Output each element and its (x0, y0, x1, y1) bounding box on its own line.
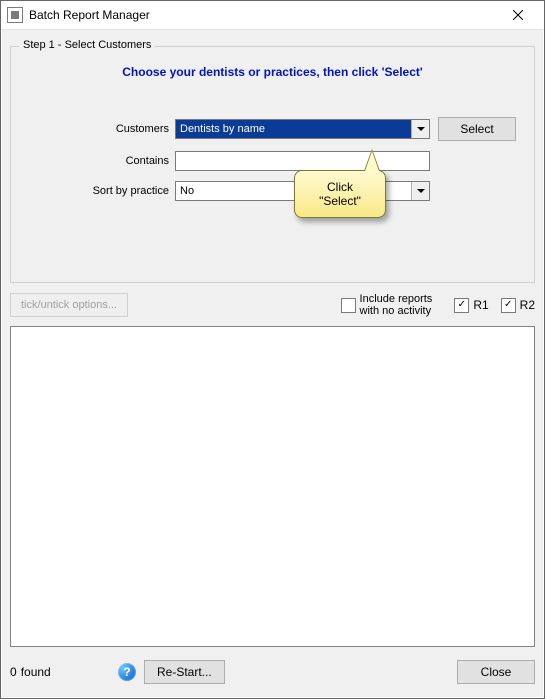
app-icon (7, 7, 23, 23)
client-area: Step 1 - Select Customers Choose your de… (2, 30, 543, 697)
include-no-activity-label: Include reports with no activity (360, 293, 433, 317)
select-button[interactable]: Select (438, 117, 516, 141)
customers-row: Customers Dentists by name Select (23, 117, 522, 141)
results-list[interactable] (10, 326, 535, 647)
window-frame: Batch Report Manager Step 1 - Select Cus… (0, 0, 545, 699)
sort-label: Sort by practice (23, 185, 175, 197)
close-button[interactable]: Close (457, 660, 535, 684)
r1-label: R1 (473, 298, 488, 312)
restart-button[interactable]: Re-Start... (144, 660, 225, 684)
checkbox-icon: ✓ (454, 298, 469, 313)
customers-combo-selected: Dentists by name (176, 120, 411, 138)
contains-input[interactable] (175, 151, 430, 171)
help-button[interactable]: ? (118, 663, 136, 681)
r1-checkbox[interactable]: ✓ R1 (454, 298, 488, 313)
options-row: tick/untick options... Include reports w… (10, 290, 535, 320)
tick-untick-button[interactable]: tick/untick options... (10, 293, 128, 317)
result-count: 0 found (10, 665, 110, 679)
checkbox-icon (341, 298, 356, 313)
help-icon: ? (123, 665, 130, 679)
found-label: found (21, 665, 51, 679)
chevron-down-icon (411, 182, 429, 200)
step1-instruction: Choose your dentists or practices, then … (11, 65, 534, 79)
close-icon (513, 10, 523, 20)
step1-form: Customers Dentists by name Select Contai… (23, 117, 522, 211)
callout-text: Click "Select" (319, 180, 361, 208)
customers-combo[interactable]: Dentists by name (175, 119, 430, 139)
contains-label: Contains (23, 155, 175, 167)
window-title: Batch Report Manager (29, 8, 498, 22)
tutorial-callout: Click "Select" (294, 170, 386, 218)
checkbox-icon: ✓ (501, 298, 516, 313)
chevron-down-icon (411, 120, 429, 138)
sort-row: Sort by practice No (23, 181, 522, 201)
count-number: 0 (10, 665, 17, 679)
step1-legend: Step 1 - Select Customers (19, 39, 155, 51)
step1-groupbox: Step 1 - Select Customers Choose your de… (10, 46, 535, 283)
contains-row: Contains (23, 151, 522, 171)
close-window-button[interactable] (498, 3, 538, 27)
customers-label: Customers (23, 123, 175, 135)
footer-bar: 0 found ? Re-Start... Close (10, 657, 535, 687)
r2-label: R2 (520, 298, 535, 312)
include-no-activity-checkbox[interactable]: Include reports with no activity (341, 293, 433, 317)
r2-checkbox[interactable]: ✓ R2 (501, 298, 535, 313)
titlebar[interactable]: Batch Report Manager (1, 1, 544, 30)
